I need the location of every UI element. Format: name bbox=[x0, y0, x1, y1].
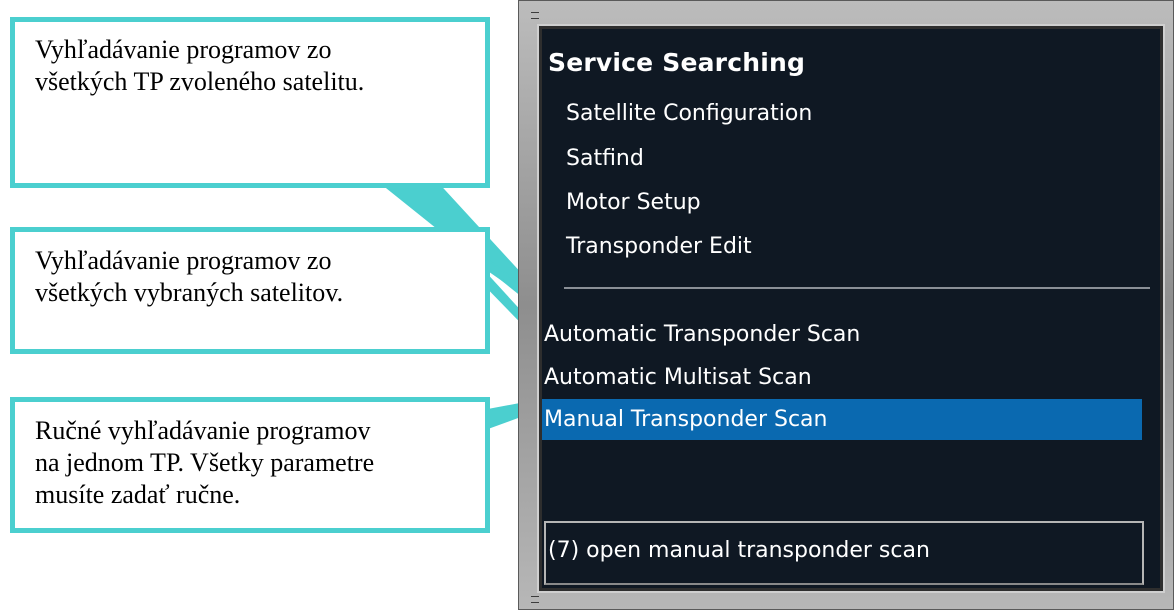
menu-item-automatic-multisat-scan[interactable]: Automatic Multisat Scan bbox=[542, 357, 812, 398]
status-help-text: (7) open manual transponder scan bbox=[544, 521, 1144, 585]
callout-transponder-scan: Vyhľadávanie programov zo všetkých TP zv… bbox=[10, 17, 490, 188]
menu-item-transponder-edit[interactable]: Transponder Edit bbox=[566, 234, 752, 259]
callout-manual-scan: Ručné vyhľadávanie programov na jednom T… bbox=[10, 397, 490, 533]
menu-item-automatic-transponder-scan[interactable]: Automatic Transponder Scan bbox=[542, 314, 860, 355]
window-grip-top bbox=[531, 12, 539, 19]
menu-item-manual-transponder-scan[interactable]: Manual Transponder Scan bbox=[542, 399, 1142, 440]
menu-item-satellite-configuration[interactable]: Satellite Configuration bbox=[566, 101, 812, 126]
menu-divider bbox=[564, 287, 1150, 289]
menu-item-satfind[interactable]: Satfind bbox=[566, 146, 644, 171]
window-grip-bottom bbox=[531, 596, 539, 603]
menu-title: Service Searching bbox=[548, 48, 806, 77]
stb-menu-window: Service Searching Satellite Configuratio… bbox=[518, 0, 1174, 610]
service-searching-menu: Service Searching Satellite Configuratio… bbox=[537, 24, 1165, 593]
menu-item-motor-setup[interactable]: Motor Setup bbox=[566, 190, 701, 215]
callout-multisat-scan: Vyhľadávanie programov zo všetkých vybra… bbox=[10, 227, 490, 354]
